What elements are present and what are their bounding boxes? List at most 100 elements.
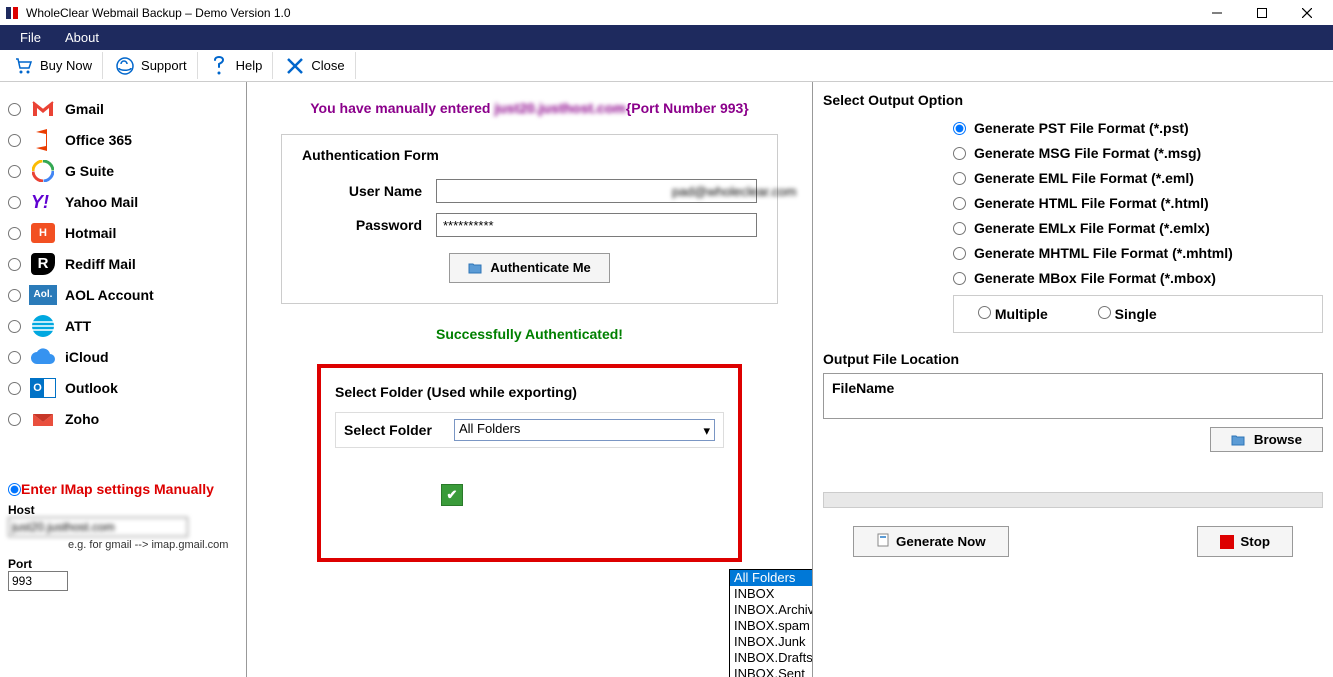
provider-radio-zoho[interactable] [8,413,21,426]
folder-label: Select Folder [344,422,454,438]
provider-radio-outlook[interactable] [8,382,21,395]
titlebar: WholeClear Webmail Backup – Demo Version… [0,0,1333,25]
provider-office365[interactable]: Office 365 [8,128,238,152]
dropdown-item-2[interactable]: INBOX.Archive [730,602,813,618]
progress-bar [823,492,1323,508]
provider-radio-hotmail[interactable] [8,227,21,240]
dropdown-item-6[interactable]: INBOX.Sent [730,666,813,677]
dropdown-item-4[interactable]: INBOX.Junk [730,634,813,650]
provider-radio-office365[interactable] [8,134,21,147]
provider-radio-gmail[interactable] [8,103,21,116]
provider-label: Gmail [65,101,104,117]
output-radio-0[interactable] [953,122,966,135]
output-option-3[interactable]: Generate HTML File Format (*.html) [953,195,1323,211]
provider-aol[interactable]: Aol.AOL Account [8,283,238,307]
icloud-icon [29,345,57,369]
folder-dropdown[interactable]: All FoldersINBOXINBOX.ArchiveINBOX.spamI… [729,569,813,677]
output-option-0[interactable]: Generate PST File Format (*.pst) [953,120,1323,136]
output-option-6[interactable]: Generate MBox File Format (*.mbox) [953,270,1323,286]
yahoo-icon: Y! [29,190,57,214]
dropdown-item-3[interactable]: INBOX.spam [730,618,813,634]
provider-label: Yahoo Mail [65,194,138,210]
password-input[interactable] [436,213,757,237]
folder-title: Select Folder (Used while exporting) [335,384,724,400]
help-button[interactable]: Help [200,52,274,79]
support-button[interactable]: Support [105,52,198,79]
single-radio[interactable] [1098,306,1111,319]
provider-label: Outlook [65,380,118,396]
provider-radio-aol[interactable] [8,289,21,302]
output-option-1[interactable]: Generate MSG File Format (*.msg) [953,145,1323,161]
output-option-label: Generate EML File Format (*.eml) [974,170,1194,186]
maximize-button[interactable] [1239,0,1284,25]
password-label: Password [302,217,422,233]
close-window-button[interactable] [1284,0,1329,25]
dropdown-item-1[interactable]: INBOX [730,586,813,602]
provider-zoho[interactable]: Zoho [8,407,238,431]
help-label: Help [236,58,263,73]
stop-icon [1220,535,1234,549]
provider-gsuite[interactable]: G Suite [8,159,238,183]
output-panel: Select Output Option Generate PST File F… [813,82,1333,677]
host-label: Host [8,503,238,517]
check-icon: ✔ [441,484,463,506]
menu-file[interactable]: File [8,27,53,48]
output-option-label: Generate HTML File Format (*.html) [974,195,1209,211]
menu-about[interactable]: About [53,27,111,48]
provider-label: G Suite [65,163,114,179]
output-radio-5[interactable] [953,247,966,260]
provider-radio-gsuite[interactable] [8,165,21,178]
provider-icloud[interactable]: iCloud [8,345,238,369]
host-input[interactable] [8,517,188,537]
provider-radio-yahoo[interactable] [8,196,21,209]
output-radio-2[interactable] [953,172,966,185]
provider-hotmail[interactable]: HHotmail [8,221,238,245]
office365-icon [29,128,57,152]
filename-box: FileName [823,373,1323,419]
provider-radio-icloud[interactable] [8,351,21,364]
provider-yahoo[interactable]: Y! Yahoo Mail [8,190,238,214]
provider-gmail[interactable]: Gmail [8,97,238,121]
folder-select[interactable]: All Folders ▾ [454,419,715,441]
output-radio-4[interactable] [953,222,966,235]
stop-button[interactable]: Stop [1197,526,1293,557]
header-message: You have manually entered just20.justhos… [267,100,792,116]
provider-att[interactable]: ATT [8,314,238,338]
imap-manual-radio[interactable] [8,483,21,496]
multiple-radio[interactable] [978,306,991,319]
output-option-4[interactable]: Generate EMLx File Format (*.emlx) [953,220,1323,236]
provider-outlook[interactable]: OOutlook [8,376,238,400]
gsuite-icon [29,159,57,183]
filename-label: FileName [832,380,1314,396]
output-option-2[interactable]: Generate EML File Format (*.eml) [953,170,1323,186]
host-hint: e.g. for gmail --> imap.gmail.com [68,539,238,551]
provider-rediff[interactable]: RRediff Mail [8,252,238,276]
provider-radio-att[interactable] [8,320,21,333]
att-icon [29,314,57,338]
output-radio-6[interactable] [953,272,966,285]
authenticate-button[interactable]: Authenticate Me [449,253,610,283]
browse-button[interactable]: Browse [1210,427,1323,452]
port-input[interactable] [8,571,68,591]
output-radio-3[interactable] [953,197,966,210]
support-label: Support [141,58,187,73]
output-option-5[interactable]: Generate MHTML File Format (*.mhtml) [953,245,1323,261]
menubar: File About [0,25,1333,50]
output-option-label: Generate MBox File Format (*.mbox) [974,270,1216,286]
provider-radio-rediff[interactable] [8,258,21,271]
folder-open-icon [1231,434,1245,446]
output-title: Select Output Option [823,92,1323,108]
dropdown-item-5[interactable]: INBOX.Drafts [730,650,813,666]
window-title: WholeClear Webmail Backup – Demo Version… [26,6,1194,20]
hotmail-icon: H [29,221,57,245]
dropdown-item-0[interactable]: All Folders [730,570,813,586]
auth-title: Authentication Form [302,147,757,163]
close-button[interactable]: Close [275,52,355,79]
output-radio-1[interactable] [953,147,966,160]
generate-button[interactable]: Generate Now [853,526,1009,557]
minimize-button[interactable] [1194,0,1239,25]
buy-now-button[interactable]: Buy Now [4,52,103,79]
provider-label: Zoho [65,411,99,427]
auth-form: Authentication Form User Name pad@wholec… [281,134,778,304]
username-label: User Name [302,183,422,199]
